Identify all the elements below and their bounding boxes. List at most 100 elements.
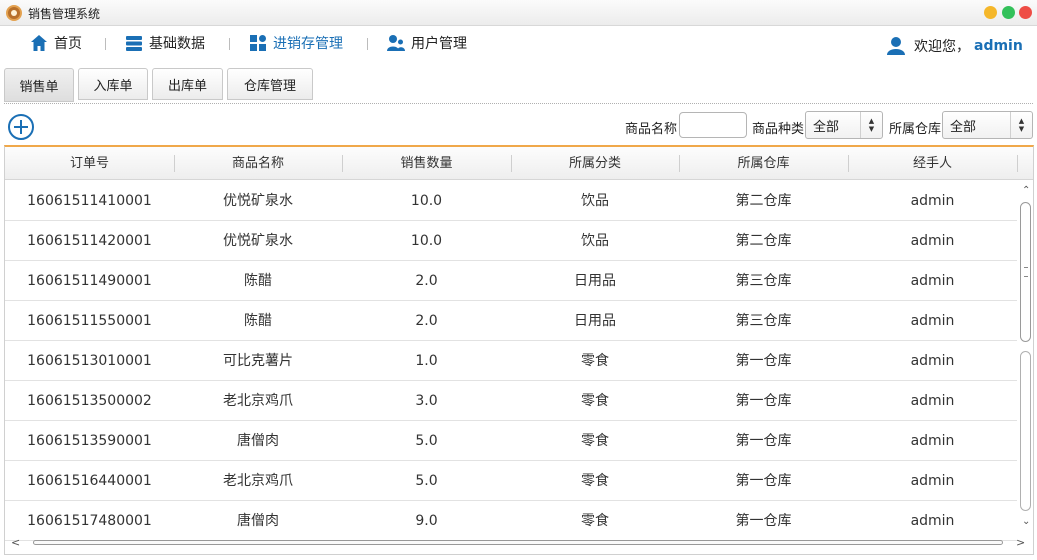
cell-category: 饮品 xyxy=(581,233,609,249)
cell-quantity: 5.0 xyxy=(415,473,438,489)
cell-product-name: 可比克薯片 xyxy=(223,353,293,369)
cell-warehouse: 第三仓库 xyxy=(735,273,792,289)
maximize-button[interactable] xyxy=(1002,6,1015,19)
tab-divider xyxy=(4,103,1033,104)
nav-label-users: 用户管理 xyxy=(411,36,467,52)
cell-handler: admin xyxy=(910,313,955,329)
database-icon xyxy=(126,36,142,51)
close-button[interactable] xyxy=(1019,6,1032,19)
cell-order-no: 16061513590001 xyxy=(27,433,152,449)
tab-sales-order[interactable]: 销售单 xyxy=(4,68,74,102)
cell-handler: admin xyxy=(910,233,955,249)
select-arrows-icon: ▲ ▼ xyxy=(860,112,882,138)
nav-divider xyxy=(367,38,368,50)
cell-quantity: 5.0 xyxy=(415,433,438,449)
table-row[interactable]: 16061513590001 唐僧肉 5.0 零食 第一仓库 admin xyxy=(5,421,1017,461)
column-header-quantity[interactable]: 销售数量 xyxy=(342,147,511,180)
column-header-handler[interactable]: 经手人 xyxy=(848,147,1017,180)
tab-outbound-order[interactable]: 出库单 xyxy=(152,68,223,100)
cell-category: 日用品 xyxy=(574,273,616,289)
cell-quantity: 3.0 xyxy=(415,393,438,409)
vertical-scrollbar[interactable]: ⌃ ⌄ xyxy=(1018,181,1033,533)
scroll-down-icon[interactable]: ⌄ xyxy=(1022,516,1030,527)
scroll-left-icon[interactable]: < xyxy=(11,536,20,549)
cell-order-no: 16061513010001 xyxy=(27,353,152,369)
category-select-value: 全部 xyxy=(813,119,840,135)
welcome-area: 欢迎您， admin xyxy=(886,36,1023,56)
table-row[interactable]: 16061513010001 可比克薯片 1.0 零食 第一仓库 admin xyxy=(5,341,1017,381)
scrollbar-thumb[interactable] xyxy=(1020,202,1031,342)
warehouse-select[interactable]: 全部 ▲ ▼ xyxy=(942,111,1033,139)
cell-quantity: 2.0 xyxy=(415,273,438,289)
cell-category: 零食 xyxy=(581,353,609,369)
cell-handler: admin xyxy=(910,193,955,209)
horizontal-scrollbar-thumb[interactable] xyxy=(33,540,1003,545)
product-name-input[interactable] xyxy=(679,112,747,138)
tab-warehouse-management[interactable]: 仓库管理 xyxy=(227,68,313,100)
table-header: 订单号 商品名称 销售数量 所属分类 所属仓库 经手人 xyxy=(5,147,1033,180)
nav-label-home: 首页 xyxy=(54,36,82,52)
window-title: 销售管理系统 xyxy=(28,7,101,21)
cell-order-no: 16061511410001 xyxy=(27,193,152,209)
cell-warehouse: 第二仓库 xyxy=(735,233,792,249)
warehouse-select-value: 全部 xyxy=(950,119,977,135)
cell-order-no: 16061511490001 xyxy=(27,273,152,289)
scroll-up-icon[interactable]: ⌃ xyxy=(1022,185,1030,196)
warehouse-label: 所属仓库 xyxy=(889,122,942,137)
cell-warehouse: 第三仓库 xyxy=(735,313,792,329)
horizontal-scrollbar[interactable]: < > xyxy=(5,533,1033,553)
cell-quantity: 10.0 xyxy=(410,193,443,209)
welcome-text: 欢迎您， xyxy=(914,39,970,55)
column-header-warehouse[interactable]: 所属仓库 xyxy=(679,147,848,180)
cell-category: 日用品 xyxy=(574,313,616,329)
cell-order-no: 16061511420001 xyxy=(27,233,152,249)
nav-item-home[interactable]: 首页 xyxy=(30,32,82,54)
cell-handler: admin xyxy=(910,273,955,289)
nav-item-inventory[interactable]: 进销存管理 xyxy=(249,32,343,54)
cell-order-no: 16061513500002 xyxy=(27,393,152,409)
cell-quantity: 10.0 xyxy=(410,233,443,249)
minimize-button[interactable] xyxy=(984,6,997,19)
column-header-category[interactable]: 所属分类 xyxy=(511,147,679,180)
cell-quantity: 1.0 xyxy=(415,353,438,369)
tab-inbound-order[interactable]: 入库单 xyxy=(78,68,148,100)
nav-label-inventory: 进销存管理 xyxy=(273,36,343,52)
cell-product-name: 唐僧肉 xyxy=(237,433,279,449)
scrollbar-track[interactable] xyxy=(1020,351,1031,511)
filter-toolbar: 商品名称 商品种类 全部 ▲ ▼ 所属仓库 全部 ▲ ▼ xyxy=(0,108,1037,144)
table-row[interactable]: 16061511490001 陈醋 2.0 日用品 第三仓库 admin xyxy=(5,261,1017,301)
table-row[interactable]: 16061511420001 优悦矿泉水 10.0 饮品 第二仓库 admin xyxy=(5,221,1017,261)
add-icon[interactable] xyxy=(7,113,35,141)
username: admin xyxy=(974,38,1023,54)
nav-item-users[interactable]: 用户管理 xyxy=(387,32,467,54)
cell-warehouse: 第一仓库 xyxy=(735,353,792,369)
table-row[interactable]: 16061511550001 陈醋 2.0 日用品 第三仓库 admin xyxy=(5,301,1017,341)
cell-product-name: 陈醋 xyxy=(244,313,272,329)
grip-icon xyxy=(1024,267,1028,277)
table-body: 16061511410001 优悦矿泉水 10.0 饮品 第二仓库 admin 160615… xyxy=(5,181,1017,541)
column-header-product-name[interactable]: 商品名称 xyxy=(174,147,342,180)
table-row[interactable]: 16061513500002 老北京鸡爪 3.0 零食 第一仓库 admin xyxy=(5,381,1017,421)
scroll-right-icon[interactable]: > xyxy=(1016,536,1025,549)
category-select[interactable]: 全部 ▲ ▼ xyxy=(805,111,883,139)
cell-warehouse: 第一仓库 xyxy=(735,393,792,409)
cell-product-name: 老北京鸡爪 xyxy=(223,473,293,489)
cell-handler: admin xyxy=(910,393,955,409)
column-header-order-no[interactable]: 订单号 xyxy=(5,147,174,180)
nav-item-base-data[interactable]: 基础数据 xyxy=(125,32,205,54)
home-icon xyxy=(31,35,47,51)
cell-handler: admin xyxy=(910,353,955,369)
table-row[interactable]: 16061511410001 优悦矿泉水 10.0 饮品 第二仓库 admin xyxy=(5,181,1017,221)
user-icon xyxy=(887,37,905,55)
cell-warehouse: 第二仓库 xyxy=(735,193,792,209)
table-row[interactable]: 16061516440001 老北京鸡爪 5.0 零食 第一仓库 admin xyxy=(5,461,1017,501)
cell-product-name: 优悦矿泉水 xyxy=(223,193,293,209)
cell-product-name: 老北京鸡爪 xyxy=(223,393,293,409)
cell-order-no: 16061511550001 xyxy=(27,313,152,329)
sales-table: 订单号 商品名称 销售数量 所属分类 所属仓库 经手人 160615114100… xyxy=(4,145,1034,555)
nav-label-base-data: 基础数据 xyxy=(149,36,205,52)
nav-divider xyxy=(229,38,230,50)
cell-order-no: 16061516440001 xyxy=(27,473,152,489)
cell-handler: admin xyxy=(910,433,955,449)
nav-divider xyxy=(105,38,106,50)
